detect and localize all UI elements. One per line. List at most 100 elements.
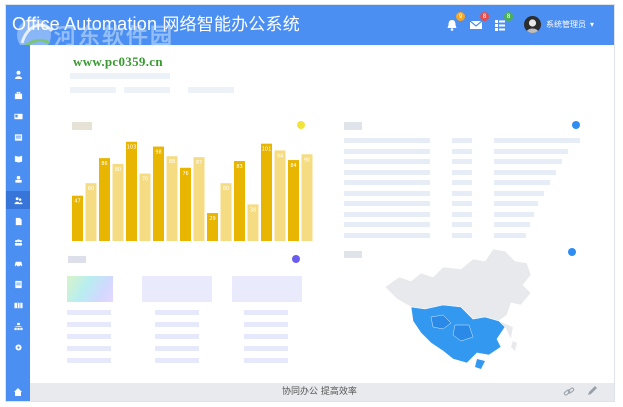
skeleton-line (344, 169, 430, 175)
skeleton-line (452, 201, 472, 206)
settings-icon (14, 343, 22, 351)
sidebar-item-car[interactable] (6, 254, 30, 272)
skeleton-line (244, 322, 288, 327)
chart-bar-label: 94 (277, 153, 283, 159)
grid-icon (13, 302, 23, 308)
chart-bar (180, 167, 191, 241)
chart-bar (153, 146, 164, 241)
skeleton-line (494, 211, 534, 217)
skeleton-line (124, 87, 170, 93)
chart-bar (193, 157, 205, 241)
pencil-icon[interactable] (586, 385, 598, 397)
chart-bar-label: 60 (223, 186, 229, 192)
chart-bar-label: 90 (304, 157, 310, 163)
chart-bar (261, 143, 272, 241)
sidebar-item-book[interactable] (6, 149, 30, 167)
document-icon (14, 280, 22, 288)
skeleton-line (452, 138, 472, 143)
skeleton-line (244, 358, 288, 363)
skeleton-line (452, 211, 472, 217)
sidebar-item-org-chart[interactable] (6, 317, 30, 335)
chart-bar (166, 156, 178, 241)
skeleton-line (155, 310, 199, 315)
home-icon (14, 388, 22, 396)
chart-bar-label: 84 (290, 163, 296, 169)
skeleton-line (67, 322, 111, 327)
skeleton-line (344, 148, 430, 154)
footer-slogan: 协同办公 提高效率 (282, 387, 357, 397)
file-icon (15, 217, 22, 225)
chart-bar-label: 87 (196, 160, 202, 166)
chevron-down-icon[interactable]: ▾ (590, 20, 594, 30)
user-name[interactable]: 系统管理员 (546, 19, 586, 31)
sidebar-item-inbox[interactable] (6, 128, 30, 146)
cards-panel-dot (292, 255, 300, 263)
sidebar-item-user[interactable] (6, 65, 30, 83)
chart-bar (139, 173, 151, 241)
bell-button[interactable]: 9 (445, 12, 465, 31)
inbox-icon (14, 133, 22, 141)
skeleton-line (494, 232, 526, 238)
tasks-count-badge: 8 (504, 12, 513, 21)
chart-bar (99, 158, 110, 241)
stamp-icon (14, 175, 22, 183)
skeleton-line (452, 169, 472, 175)
skeleton-line (452, 180, 472, 185)
skeleton-line (494, 190, 544, 196)
chart-bar (234, 161, 245, 241)
chart-bar (301, 154, 313, 241)
map-panel-title-skeleton (344, 251, 362, 258)
skeleton-line (494, 201, 538, 206)
sidebar (6, 45, 30, 401)
map-panel-dot (568, 248, 576, 256)
watermark-url: www.pc0359.cn (73, 54, 163, 69)
tasks-button[interactable]: 8 (493, 12, 513, 31)
skeleton-line (244, 310, 288, 315)
skeleton-line (494, 222, 530, 227)
sidebar-item-document[interactable] (6, 275, 30, 293)
chart-bar (288, 160, 299, 241)
user-icon (14, 70, 22, 79)
skeleton-line (344, 180, 430, 185)
skeleton-line (155, 358, 199, 363)
app-title-cn: 网络智能办公系统 (162, 15, 300, 35)
avatar[interactable] (524, 16, 541, 33)
skeleton-line (67, 310, 111, 315)
sidebar-item-group[interactable] (6, 191, 30, 209)
sidebar-item-settings[interactable] (6, 338, 30, 356)
chart-bar-label: 83 (236, 164, 242, 170)
sidebar-home-button[interactable] (6, 383, 30, 401)
skeleton-line (494, 148, 568, 154)
skeleton-line (494, 180, 550, 185)
skeleton-line (244, 346, 288, 351)
sidebar-item-team[interactable] (6, 233, 30, 251)
sidebar-item-stamp[interactable] (6, 170, 30, 188)
group-icon (13, 196, 23, 204)
card-thumbnail[interactable] (232, 276, 302, 302)
sidebar-item-file[interactable] (6, 212, 30, 230)
chart-bar-label: 88 (169, 159, 175, 165)
chart-bar-label: 101 (262, 147, 272, 153)
sidebar-item-briefcase[interactable] (6, 86, 30, 104)
card-thumbnail-gradient[interactable] (67, 276, 113, 302)
skeleton-line (344, 211, 430, 217)
skeleton-line (344, 159, 430, 164)
chart-bar (274, 150, 286, 241)
skeleton-line (67, 334, 111, 339)
skeleton-line (70, 87, 116, 93)
skeleton-line (155, 334, 199, 339)
card-thumbnail[interactable] (142, 276, 212, 302)
chart-panel-title-skeleton (72, 122, 92, 130)
book-icon (14, 155, 22, 163)
chart-bar-label: 47 (74, 199, 80, 205)
sidebar-item-id-card[interactable] (6, 107, 30, 125)
mail-button[interactable]: 8 (469, 12, 489, 31)
skeleton-line (344, 190, 430, 196)
link-icon[interactable] (563, 386, 575, 398)
sidebar-item-grid[interactable] (6, 296, 30, 314)
skeleton-line (244, 334, 288, 339)
watermark-site-name: 河东软件园 (54, 25, 175, 50)
chart-bar (126, 141, 137, 241)
skeleton-line (452, 222, 472, 227)
bar-chart: 47 60 86 80 103 70 98 88 76 87 29 60 83 38 101 94 84 90 (72, 141, 313, 241)
